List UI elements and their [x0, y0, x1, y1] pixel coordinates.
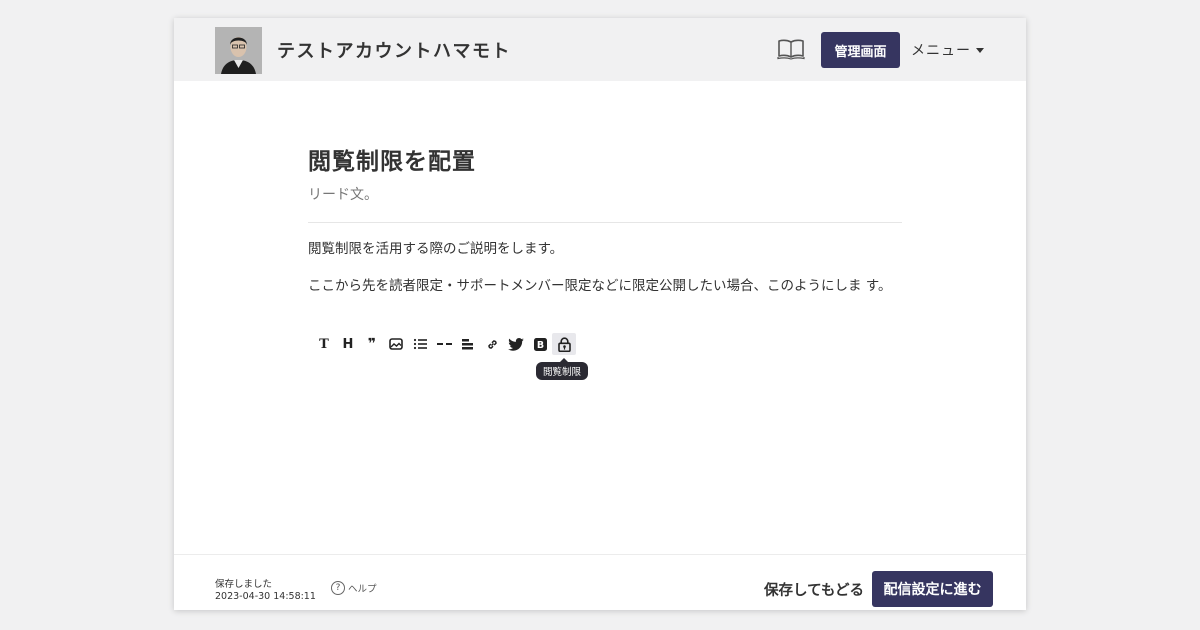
- help-label: ヘルプ: [348, 584, 377, 595]
- list-icon: [413, 338, 427, 350]
- lock-icon: [557, 336, 571, 352]
- text-block-button[interactable]: T: [312, 333, 336, 355]
- divider-block-button[interactable]: [432, 333, 456, 355]
- paragraph[interactable]: 閲覧制限を活用する際のご説明をします。: [308, 237, 902, 262]
- link-icon: [487, 339, 497, 349]
- article-title[interactable]: 閲覧制限を配置: [308, 142, 902, 176]
- twitter-embed-button[interactable]: [504, 333, 528, 355]
- menu-label: メニュー: [911, 43, 971, 59]
- align-block-button[interactable]: [456, 333, 480, 355]
- admin-button[interactable]: 管理画面: [821, 32, 900, 68]
- footer-bar: 保存しました 2023-04-30 14:58:11 ? ヘルプ 保存してもどる…: [174, 554, 1026, 610]
- twitter-icon: [508, 337, 524, 351]
- account-name: テストアカウントハマモト: [277, 41, 511, 62]
- divider-icon: [436, 343, 452, 345]
- question-icon: ?: [331, 581, 345, 595]
- heading-icon: H: [342, 336, 354, 352]
- article-lead[interactable]: リード文。: [308, 184, 902, 204]
- bold-box-icon: B: [533, 337, 547, 351]
- hatena-embed-button[interactable]: B: [528, 333, 552, 355]
- image-icon: [389, 338, 403, 350]
- book-icon[interactable]: [777, 38, 805, 60]
- paragraph[interactable]: ここから先を読者限定・サポートメンバー限定などに限定公開したい場合、このようにし…: [308, 274, 902, 299]
- quote-icon: ❞: [367, 336, 377, 352]
- access-restriction-tooltip: 閲覧制限: [536, 358, 589, 380]
- caret-down-icon: [976, 47, 984, 53]
- proceed-to-distribution-button[interactable]: 配信設定に進む: [872, 571, 993, 607]
- editor-body: 閲覧制限を配置 リード文。 閲覧制限を活用する際のご説明をします。 ここから先を…: [308, 142, 902, 299]
- save-timestamp: 2023-04-30 14:58:11: [215, 591, 316, 602]
- image-block-button[interactable]: [384, 333, 408, 355]
- link-block-button[interactable]: [480, 333, 504, 355]
- title-divider: [308, 222, 902, 223]
- header: テストアカウントハマモト 管理画面 メニュー: [174, 18, 1026, 81]
- list-block-button[interactable]: [408, 333, 432, 355]
- quote-block-button[interactable]: ❞: [360, 333, 384, 355]
- editor-card: テストアカウントハマモト 管理画面 メニュー 閲覧制限を配置 リード文。 閲覧制…: [174, 18, 1026, 610]
- access-restriction-button[interactable]: [552, 333, 576, 355]
- save-status: 保存しました: [215, 579, 273, 590]
- menu-dropdown[interactable]: メニュー: [911, 40, 984, 60]
- insert-toolbar: T H ❞ B: [312, 333, 576, 355]
- heading-block-button[interactable]: H: [336, 333, 360, 355]
- align-icon: [462, 339, 473, 350]
- text-icon: T: [319, 336, 329, 352]
- svg-text:B: B: [536, 340, 543, 351]
- avatar[interactable]: [215, 27, 262, 74]
- help-link[interactable]: ? ヘルプ: [331, 581, 377, 595]
- avatar-image: [215, 27, 262, 74]
- save-and-back-button[interactable]: 保存してもどる: [764, 579, 864, 600]
